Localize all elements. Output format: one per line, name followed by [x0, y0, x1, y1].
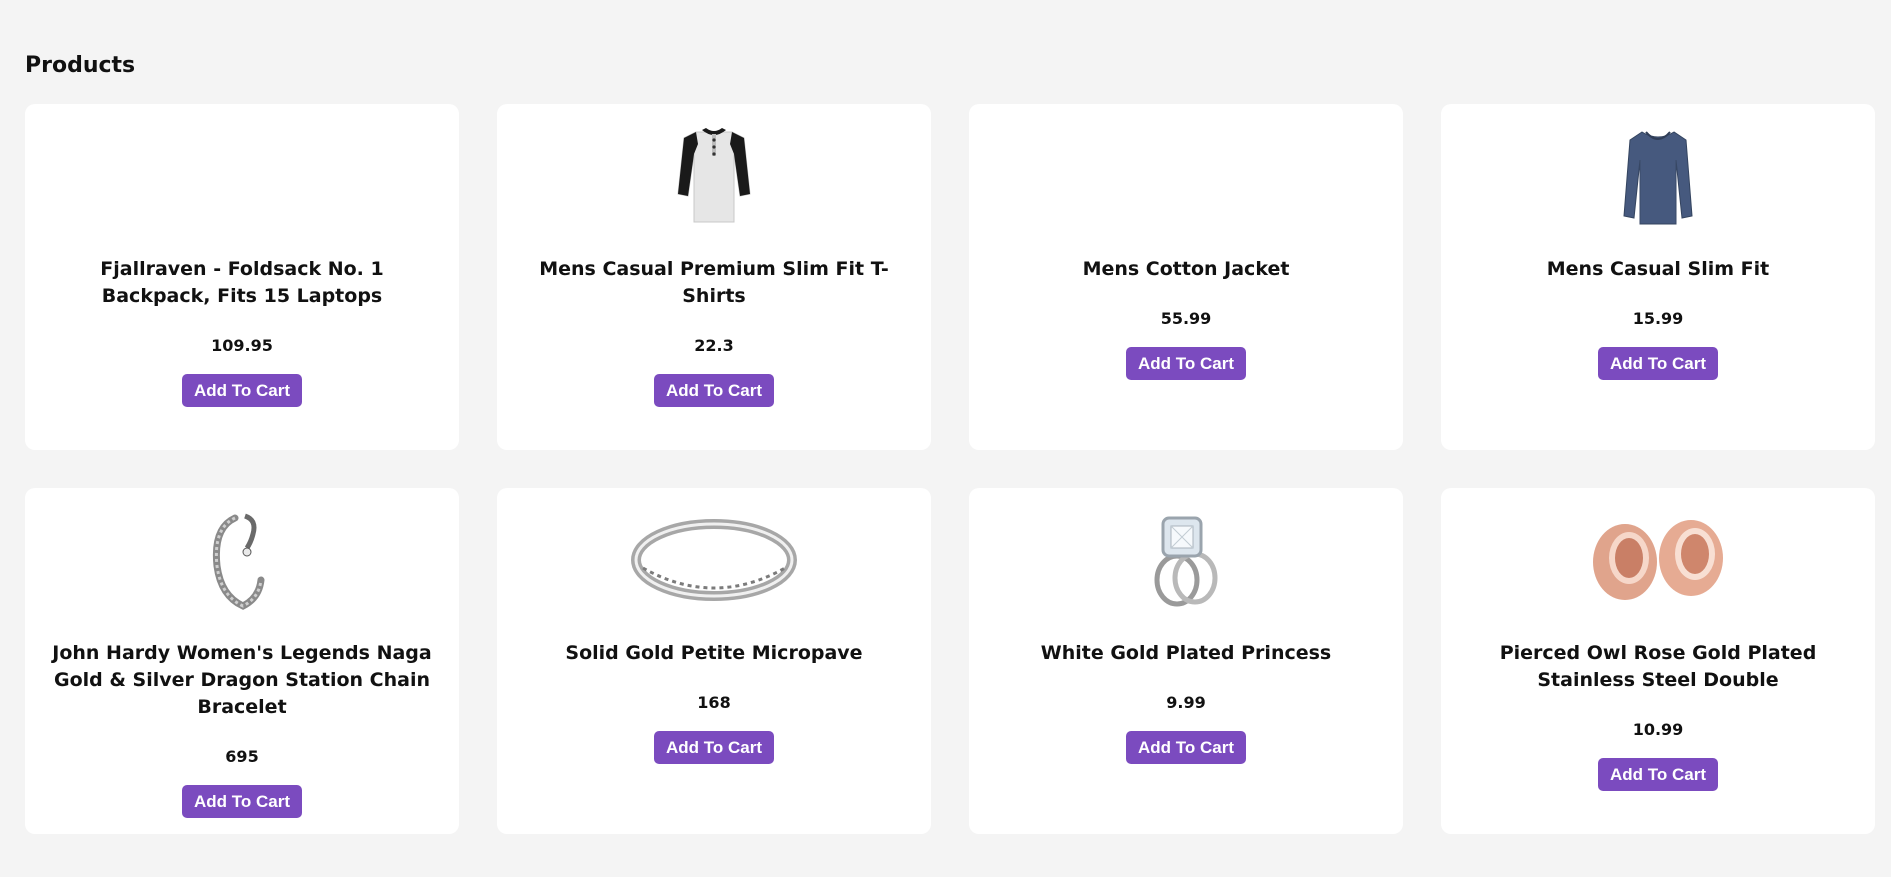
product-price: 9.99 — [1166, 693, 1206, 712]
product-image[interactable] — [629, 508, 799, 612]
page-title: Products — [25, 53, 136, 78]
product-price: 109.95 — [211, 336, 273, 355]
product-price: 15.99 — [1632, 309, 1684, 328]
product-image[interactable] — [1101, 124, 1271, 228]
add-to-cart-button[interactable]: Add To Cart — [1125, 347, 1246, 380]
product-image[interactable] — [157, 508, 327, 612]
product-price: 55.99 — [1160, 309, 1212, 328]
longsleeve-shirt-image — [1623, 131, 1693, 225]
product-card: Mens Casual Premium Slim Fit T-Shirts 22… — [497, 104, 931, 450]
ring-image — [631, 519, 797, 601]
add-to-cart-button[interactable]: Add To Cart — [181, 374, 302, 407]
product-price: 168 — [697, 693, 731, 712]
product-price: 10.99 — [1632, 720, 1684, 739]
product-grid: Fjallraven - Foldsack No. 1 Backpack, Fi… — [25, 104, 1875, 834]
product-card: John Hardy Women's Legends Naga Gold & S… — [25, 488, 459, 834]
add-to-cart-button[interactable]: Add To Cart — [1597, 758, 1718, 791]
products-page: Products Fjallraven - Foldsack No. 1 Bac… — [0, 0, 1891, 877]
add-to-cart-button[interactable]: Add To Cart — [653, 731, 774, 764]
product-card: Solid Gold Petite Micropave 168 Add To C… — [497, 488, 931, 834]
product-card: Pierced Owl Rose Gold Plated Stainless S… — [1441, 488, 1875, 834]
add-to-cart-button[interactable]: Add To Cart — [1597, 347, 1718, 380]
product-name: Fjallraven - Foldsack No. 1 Backpack, Fi… — [100, 258, 384, 307]
product-card: Mens Cotton Jacket 55.99 Add To Cart — [969, 104, 1403, 450]
product-name: Pierced Owl Rose Gold Plated Stainless S… — [1499, 642, 1817, 691]
product-name: John Hardy Women's Legends Naga Gold & S… — [52, 642, 432, 718]
diamond-ring-image — [1154, 516, 1218, 607]
add-to-cart-button[interactable]: Add To Cart — [653, 374, 774, 407]
product-image[interactable] — [1573, 124, 1743, 228]
add-to-cart-button[interactable]: Add To Cart — [181, 785, 302, 818]
product-card: Fjallraven - Foldsack No. 1 Backpack, Fi… — [25, 104, 459, 450]
product-name: Mens Casual Slim Fit — [1546, 258, 1770, 280]
product-image[interactable] — [629, 124, 799, 228]
rose-gold-plugs-image — [1593, 520, 1723, 600]
raglan-tshirt-image — [677, 128, 751, 223]
bracelet-image — [212, 513, 265, 610]
product-card: Mens Casual Slim Fit 15.99 Add To Cart — [1441, 104, 1875, 450]
product-name: Solid Gold Petite Micropave — [565, 642, 863, 664]
product-price: 22.3 — [694, 336, 734, 355]
product-name: Mens Casual Premium Slim Fit T-Shirts — [539, 258, 889, 307]
product-image[interactable] — [157, 124, 327, 228]
product-image[interactable] — [1101, 508, 1271, 612]
product-image[interactable] — [1573, 508, 1743, 612]
product-name: White Gold Plated Princess — [1040, 642, 1332, 664]
product-price: 695 — [225, 747, 259, 766]
add-to-cart-button[interactable]: Add To Cart — [1125, 731, 1246, 764]
product-card: White Gold Plated Princess 9.99 Add To C… — [969, 488, 1403, 834]
product-name: Mens Cotton Jacket — [1082, 258, 1290, 280]
